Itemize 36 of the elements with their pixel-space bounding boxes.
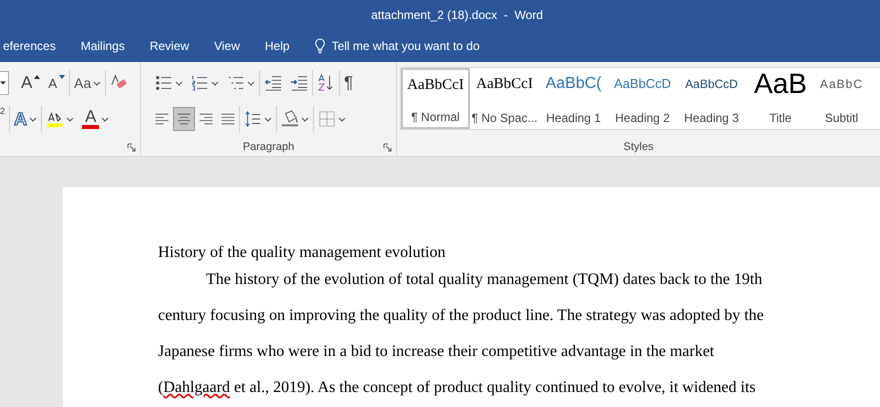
line-spacing-icon <box>244 110 262 128</box>
ribbon-tab[interactable]: eferences <box>0 39 67 53</box>
lightbulb-icon <box>314 38 326 54</box>
shrink-font-button[interactable]: A <box>44 70 70 96</box>
dialog-launcher-icon[interactable] <box>383 143 392 152</box>
up-triangle-icon <box>34 75 40 79</box>
window-title: attachment_2 (18).docx - Word <box>371 8 543 22</box>
down-triangle-icon <box>59 75 66 79</box>
decrease-indent-icon <box>264 74 282 92</box>
borders-icon <box>318 110 336 128</box>
increase-indent-icon <box>290 74 308 92</box>
group-label: Paragraph <box>242 141 296 153</box>
ribbon-tab[interactable]: Help <box>254 39 301 53</box>
ribbon-tab[interactable]: View <box>203 39 251 53</box>
font-color-button[interactable]: A <box>78 106 114 132</box>
font-size-field[interactable] <box>0 71 9 95</box>
tell-me-search-field[interactable]: Tell me what you want to do <box>330 38 554 54</box>
group-label: Styles <box>622 141 654 153</box>
grow-font-button[interactable]: A <box>17 70 44 96</box>
show-marks-button[interactable]: ¶ <box>340 70 358 96</box>
align-center-button[interactable] <box>173 107 195 131</box>
list-icon <box>155 74 173 92</box>
dialog-launcher-icon[interactable] <box>127 143 136 152</box>
sort-icon <box>317 74 335 92</box>
multilevel-list-icon <box>227 74 245 92</box>
ribbon-tab[interactable]: Review <box>138 39 200 53</box>
caret-icon <box>0 81 6 85</box>
ribbon-tab[interactable]: Mailings <box>70 39 136 53</box>
body-paragraph: The history of the evolution of total quality management (TQM) dates back to the 19th century focusing on improving the quality of the product line. The strategy was adopted by the Japanese firms who were in a bid to increase their competitive advantage in the market (Dahlgaard et al., 2019). As the concept of product quality continued to evolve, it widened its <box>158 270 765 398</box>
change-case-button[interactable]: Aa <box>70 70 106 96</box>
style-option[interactable]: AaBbCcI ¶ Normal <box>401 68 470 129</box>
numbered-list-icon <box>191 74 209 92</box>
paint-bucket-icon <box>281 110 299 128</box>
document-heading: History of the quality management evolution <box>158 243 446 262</box>
highlighter-icon <box>46 110 64 128</box>
superscript-button[interactable]: 2 <box>0 106 10 132</box>
